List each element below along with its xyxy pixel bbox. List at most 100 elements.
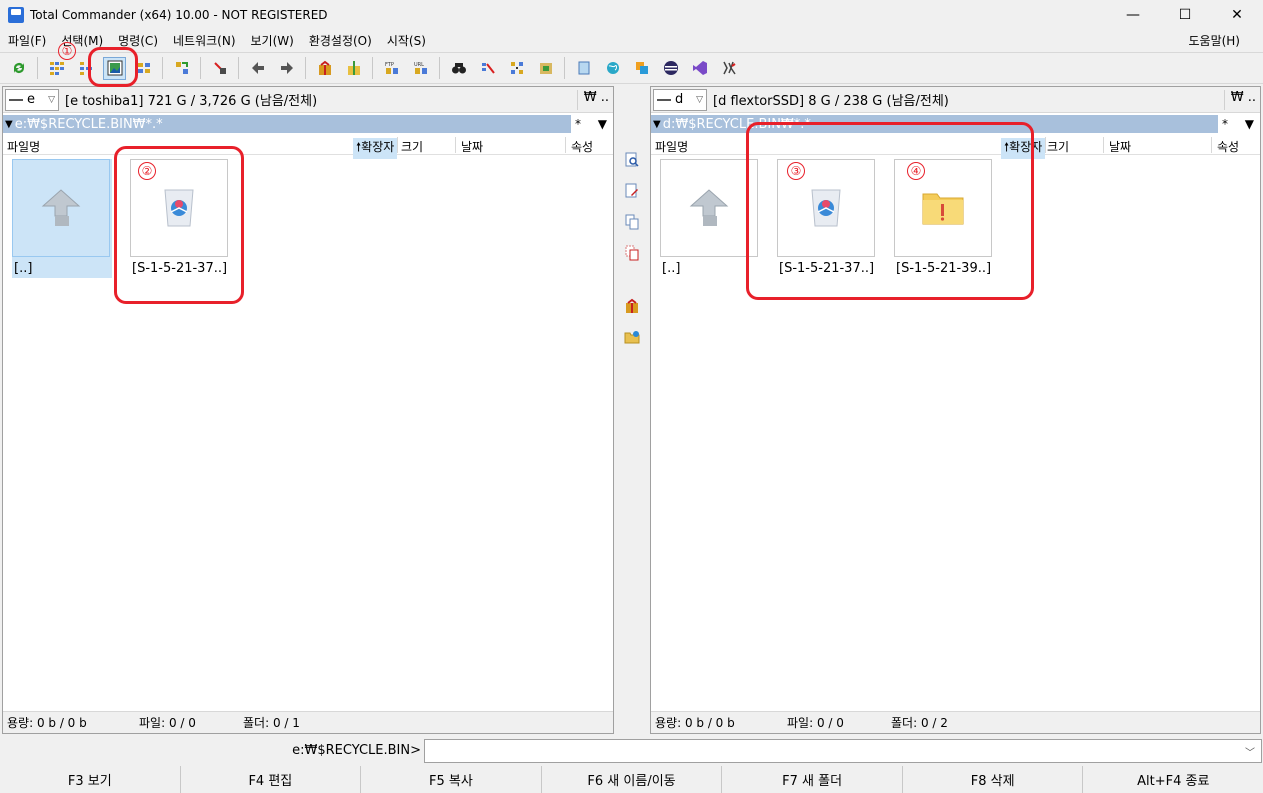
right-filter[interactable]: *: [1222, 117, 1228, 131]
pack-files-icon: [626, 298, 638, 313]
left-path-bar[interactable]: ▼ e:₩$RECYCLE.BIN₩*.*: [3, 115, 571, 133]
internet-button[interactable]: [601, 57, 624, 80]
f8-delete-button[interactable]: F8 삭제: [903, 766, 1084, 793]
pack-button[interactable]: [313, 57, 336, 80]
left-filter-arrow-icon[interactable]: ▼: [598, 117, 607, 131]
edit-button[interactable]: [622, 181, 642, 201]
refresh-icon: [13, 63, 24, 73]
left-col-size[interactable]: 크기: [401, 138, 423, 155]
refresh-button[interactable]: [7, 57, 30, 80]
multi-rename-button[interactable]: [476, 57, 499, 80]
right-drive-row: d ▽ [d flextorSSD] 8 G / 238 G (남음/전체) ₩…: [651, 87, 1260, 113]
menu-start[interactable]: 시작(S): [387, 32, 426, 49]
visual-studio-button[interactable]: [688, 57, 711, 80]
menu-file[interactable]: 파일(F): [8, 32, 46, 49]
annotation-box-2: [114, 146, 244, 304]
right-status-folders: 폴더: 0 / 2: [891, 716, 948, 730]
up-arrow-icon: [41, 189, 81, 226]
notepad-button[interactable]: [572, 57, 595, 80]
new-folder-button[interactable]: [622, 327, 642, 347]
minimize-button[interactable]: —: [1107, 0, 1159, 30]
thumb-item-up[interactable]: [..]: [660, 159, 760, 276]
view-file-icon: [625, 152, 639, 167]
svg-text:FTP: FTP: [385, 62, 394, 68]
eclipse-button[interactable]: [659, 57, 682, 80]
right-col-date[interactable]: 날짜: [1109, 138, 1131, 155]
forward-button[interactable]: [275, 57, 298, 80]
menu-help[interactable]: 도움말(H): [1188, 32, 1240, 49]
copy-file-button[interactable]: [622, 212, 642, 232]
annotation-number-4: ④: [907, 162, 925, 180]
f4-edit-button[interactable]: F4 편집: [181, 766, 362, 793]
maximize-button[interactable]: ☐: [1159, 0, 1211, 30]
left-col-name[interactable]: 파일명: [7, 138, 40, 155]
tools-button[interactable]: [717, 57, 740, 80]
menu-configuration[interactable]: 환경설정(O): [309, 32, 372, 49]
copy-icon: [635, 62, 648, 74]
left-drive-select[interactable]: e ▽: [5, 88, 59, 111]
annotation-box-3-4: [746, 122, 1034, 300]
menu-network[interactable]: 네트워크(N): [173, 32, 236, 49]
right-root-parent-buttons[interactable]: ₩ ..: [1223, 90, 1256, 110]
left-filter[interactable]: *: [575, 117, 581, 131]
f3-view-button[interactable]: F3 보기: [0, 766, 181, 793]
invert-selection-button[interactable]: [208, 57, 231, 80]
title-bar: Total Commander (x64) 10.00 - NOT REGIST…: [0, 0, 1263, 30]
f6-rename-move-button[interactable]: F6 새 이름/이동: [542, 766, 723, 793]
close-button[interactable]: ✕: [1211, 0, 1263, 30]
right-col-attr[interactable]: 속성: [1217, 138, 1239, 155]
left-col-attr[interactable]: 속성: [571, 138, 593, 155]
invert-selection-icon: [213, 62, 226, 74]
command-input[interactable]: ﹀: [424, 739, 1262, 763]
up-arrow-icon: [689, 189, 729, 226]
alt-f4-exit-button[interactable]: Alt+F4 종료: [1083, 766, 1263, 793]
menu-commands[interactable]: 명령(C): [118, 32, 158, 49]
ftp-button[interactable]: FTP: [380, 57, 403, 80]
pack-files-button[interactable]: [622, 296, 642, 316]
annotation-number-2: ②: [138, 162, 156, 180]
left-status-bar: 용량: 0 b / 0 b 파일: 0 / 0 폴더: 0 / 1: [3, 711, 613, 733]
notepad-icon: [578, 61, 589, 75]
sync-dirs-icon: [510, 62, 523, 74]
new-folder-icon: [624, 331, 640, 344]
toolbar: FTP URL: [0, 52, 1263, 84]
copy-button[interactable]: [630, 57, 653, 80]
sync-icon: [175, 62, 188, 74]
right-status-bar: 용량: 0 b / 0 b 파일: 0 / 0 폴더: 0 / 2: [651, 711, 1260, 733]
menu-view[interactable]: 보기(W): [251, 32, 294, 49]
back-button[interactable]: [246, 57, 269, 80]
middle-button-bar: [618, 150, 646, 358]
right-drive-select[interactable]: d ▽: [653, 88, 707, 111]
back-icon: [251, 62, 264, 74]
right-col-name[interactable]: 파일명: [655, 138, 688, 155]
eclipse-icon: [663, 61, 678, 75]
chevron-down-icon: ▽: [48, 94, 55, 105]
view-button[interactable]: [622, 150, 642, 170]
f5-copy-button[interactable]: F5 복사: [361, 766, 542, 793]
left-drive-info: [e toshiba1] 721 G / 3,726 G (남음/전체): [65, 94, 318, 109]
brief-view-button[interactable]: [45, 57, 68, 80]
f7-new-folder-button[interactable]: F7 새 폴더: [722, 766, 903, 793]
left-panel[interactable]: e ▽ [e toshiba1] 721 G / 3,726 G (남음/전체)…: [2, 86, 614, 734]
left-root-parent-buttons[interactable]: ₩ ..: [576, 90, 609, 110]
brief-view-icon: [49, 62, 64, 75]
chevron-down-icon[interactable]: ﹀: [1245, 744, 1255, 759]
annotation-box-1: [88, 47, 138, 87]
sync-dirs-button[interactable]: [505, 57, 528, 80]
left-col-ext[interactable]: 🠕확장자: [353, 138, 398, 159]
unpack-icon: [347, 61, 360, 75]
right-col-size[interactable]: 크기: [1047, 138, 1069, 155]
thumb-item-up[interactable]: [..]: [12, 159, 112, 278]
search-button[interactable]: [447, 57, 470, 80]
unpack-button[interactable]: [342, 57, 365, 80]
left-col-date[interactable]: 날짜: [461, 138, 483, 155]
url-button[interactable]: URL: [409, 57, 432, 80]
disk-button[interactable]: [534, 57, 557, 80]
annotation-number-1: ①: [58, 42, 76, 60]
right-filter-arrow-icon[interactable]: ▼: [1245, 117, 1254, 131]
left-status-folders: 폴더: 0 / 1: [243, 716, 300, 730]
move-file-button[interactable]: [622, 243, 642, 263]
search-icon: [451, 63, 466, 74]
sync-button[interactable]: [170, 57, 193, 80]
function-key-bar: F3 보기 F4 편집 F5 복사 F6 새 이름/이동 F7 새 폴더 F8 …: [0, 766, 1263, 793]
